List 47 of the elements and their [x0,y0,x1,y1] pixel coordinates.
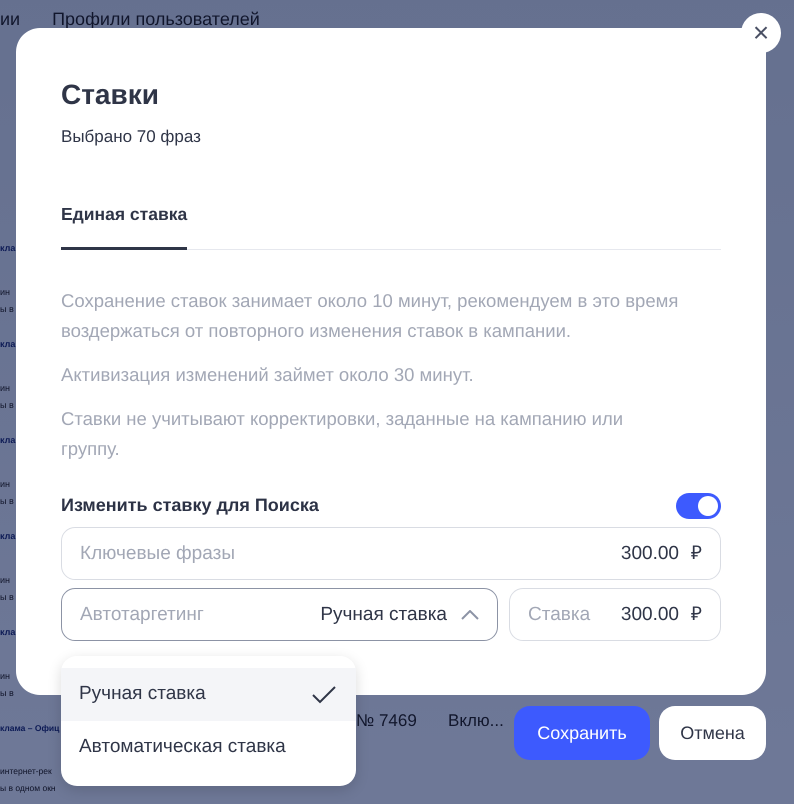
selection-count: Выбрано 70 фраз [61,126,202,148]
row-description: ы в одном окн [0,782,56,795]
row-description: ин [0,478,10,490]
bid-value: 300.00 [620,542,679,566]
row-description: ы в [0,686,14,700]
toggle-switch[interactable] [676,492,721,519]
bid-value: 300.00 [620,602,679,627]
info-text: Ставки не учитывают корректировки, заданные на кампанию или группу. [61,407,624,462]
row-title-link[interactable]: кла [0,242,16,256]
nav-tab[interactable]: ии [0,6,20,34]
row-description: ы в [0,398,14,412]
field-label: Ставка [528,602,590,627]
close-button[interactable]: × [741,13,781,53]
field-label: Автотаргетинг [80,602,204,627]
row-description: ы в [0,494,14,508]
row-description: ин [0,382,10,394]
chevron-icon [461,610,479,620]
cancel-button[interactable]: Отмена [659,706,766,760]
menu-item[interactable]: Ручная ставка [61,668,356,721]
row-title-link[interactable]: кла [0,626,16,640]
row-description: ин [0,286,10,298]
row-title-link[interactable]: кла [0,530,16,544]
info-text: Сохранение ставок занимает около 10 минут, рекомендуем в это время воздержаться от повторного изменения ставок в кампании. [61,289,680,344]
row-description: ы в [0,590,14,604]
dialog-title: Ставки [61,78,160,112]
currency-sign: ₽ [691,602,702,627]
field-label: Ключевые фразы [80,542,235,566]
row-description: ин [0,670,10,682]
row-title-link[interactable]: кла [0,338,16,352]
bid-field[interactable]: Ставка 300.00 ₽ [509,588,721,642]
bid-mode-select[interactable]: Автотаргетинг Ручная ставка [61,588,498,642]
select-value: Ручная ставка [320,602,447,627]
row-description: ы в [0,302,14,316]
row-description: ин [0,574,10,586]
row-description: интернет-рек [0,764,52,778]
tab[interactable]: Единая ставка [61,201,188,250]
menu-item[interactable]: Автоматическая ставка [61,721,356,774]
currency-sign: ₽ [691,542,702,566]
save-button[interactable]: Сохранить [514,706,650,760]
section-label: Изменить ставку для Поиска [61,494,319,518]
row-status: Вклю... [448,710,504,732]
keyphrase-bid-field[interactable]: Ключевые фразы 300.00 ₽ [61,527,721,580]
check-icon [312,686,336,704]
info-text: Активизация изменений займет около 30 минут. [61,363,475,388]
row-title-link[interactable]: кла [0,434,16,448]
row-title-link[interactable]: клама – Офиц [0,722,60,735]
row-number: № 7469 [356,710,417,732]
